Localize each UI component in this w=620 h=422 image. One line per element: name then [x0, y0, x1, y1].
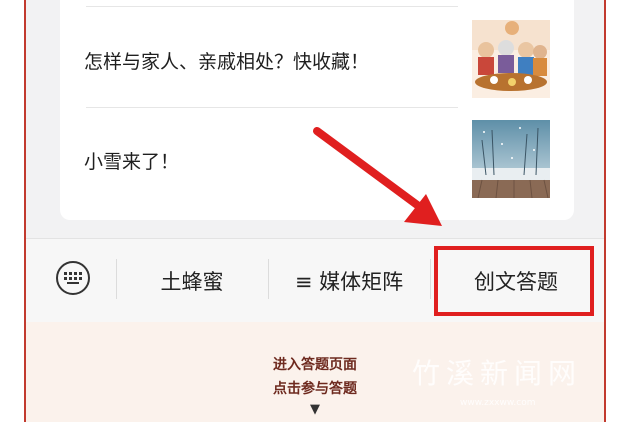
watermark-url: www.zxxww.com — [460, 398, 536, 408]
watermark-logo: 竹溪新闻网 — [412, 357, 583, 390]
